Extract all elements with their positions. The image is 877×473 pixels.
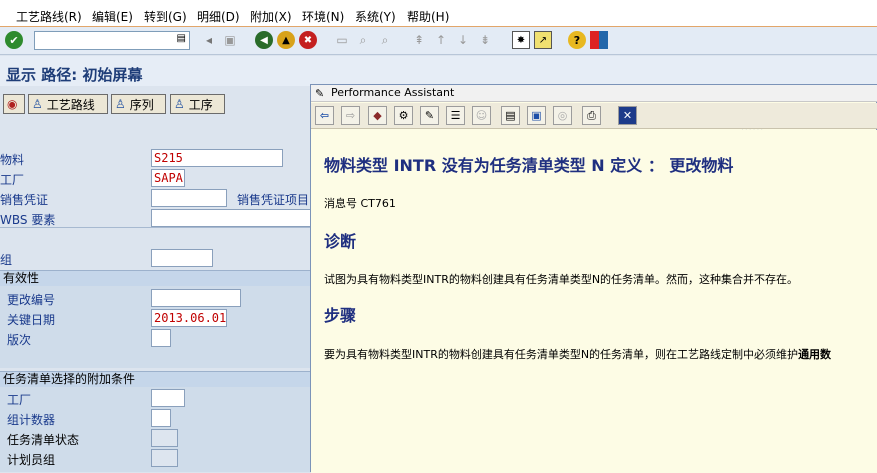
group-counter-field[interactable] bbox=[151, 409, 171, 427]
group-field[interactable] bbox=[151, 249, 213, 267]
planner-group-field bbox=[151, 449, 178, 467]
routing-button[interactable]: ♙ 工艺路线 bbox=[28, 94, 108, 114]
find-icon[interactable]: ⌕ bbox=[354, 31, 372, 49]
pa-title: Performance Assistant bbox=[331, 86, 455, 99]
title-area: 显示 路径: 初始屏幕 bbox=[0, 56, 877, 86]
pa-search-icon[interactable]: ◎ bbox=[553, 106, 572, 125]
pa-users-icon[interactable]: ☺ bbox=[472, 106, 491, 125]
pa-procedure-text: 要为具有物料类型INTR的物料创建具有任务清单类型N的任务清单，则在工艺路线定制… bbox=[324, 346, 831, 362]
sales-doc-item-label: 销售凭证项目 bbox=[237, 193, 310, 207]
addl-group-header: 任务清单选择的附加条件 bbox=[0, 371, 310, 387]
pa-procedure-text-bold[interactable]: 通用数 bbox=[798, 348, 831, 361]
pa-edit-icon[interactable]: ✎ bbox=[420, 106, 439, 125]
addl-group-title: 任务清单选择的附加条件 bbox=[3, 372, 136, 386]
pa-document-icon[interactable]: ▤ bbox=[501, 106, 520, 125]
first-page-icon[interactable]: ⇞ bbox=[410, 31, 428, 49]
find-next-icon[interactable]: ⌕ bbox=[376, 31, 394, 49]
menu-goto[interactable]: 转到(G) bbox=[144, 8, 187, 25]
pa-technical-info-icon[interactable]: ⚙ bbox=[394, 106, 413, 125]
list-status-field bbox=[151, 429, 178, 447]
sequence-button[interactable]: ♙ 序列 bbox=[111, 94, 166, 114]
help-icon[interactable]: ? bbox=[568, 31, 586, 49]
pa-message-number: 消息号 CT761 bbox=[324, 197, 396, 210]
revision-label: 版次 bbox=[7, 333, 32, 347]
menu-system[interactable]: 系统(Y) bbox=[355, 8, 396, 25]
plant-field[interactable]: SAPA bbox=[151, 169, 185, 187]
sequence-button-label: 序列 bbox=[129, 97, 154, 112]
operation-button[interactable]: ♙ 工序 bbox=[170, 94, 225, 114]
pa-glossary-icon[interactable]: ☰ bbox=[446, 106, 465, 125]
menu-edit[interactable]: 编辑(E) bbox=[92, 8, 133, 25]
material-field[interactable]: S215 bbox=[151, 149, 283, 167]
operation-icon: ♙ bbox=[174, 97, 185, 111]
revision-field[interactable] bbox=[151, 329, 171, 347]
pa-print-icon[interactable]: ⎙ bbox=[582, 106, 601, 125]
pa-procedure-text-main: 要为具有物料类型INTR的物料创建具有任务清单类型N的任务清单，则在工艺路线定制… bbox=[324, 348, 799, 361]
pa-toolbar: ⇦ ⇨ ◆ ⚙ ✎ ☰ ☺ ▤ ▣ ◎ ⎙ ✕ ...... bbox=[311, 103, 877, 134]
wbs-label: WBS 要素 bbox=[0, 213, 56, 227]
page-title: 显示 路径: 初始屏幕 bbox=[6, 66, 143, 84]
pa-diagnosis-text: 试图为具有物料类型INTR的物料创建具有任务清单类型N的任务清单。然而，这种集合… bbox=[324, 273, 799, 286]
validity-group-title: 有效性 bbox=[3, 271, 40, 285]
pa-forward-icon[interactable]: ⇨ bbox=[341, 106, 360, 125]
cancel-icon[interactable]: ✖ bbox=[299, 31, 317, 49]
pa-title-bar: ✎ Performance Assistant bbox=[311, 85, 877, 102]
info-icon: ◉ bbox=[7, 97, 18, 111]
sales-doc-label: 销售凭证 bbox=[0, 193, 49, 207]
validity-group-header: 有效性 bbox=[0, 270, 310, 286]
previous-icon[interactable]: ◂ bbox=[200, 31, 218, 49]
menu-details[interactable]: 明细(D) bbox=[197, 8, 240, 25]
routing-button-label: 工艺路线 bbox=[46, 97, 95, 112]
pa-bookmark-icon[interactable]: ◆ bbox=[368, 106, 387, 125]
addl-plant-field[interactable] bbox=[151, 389, 185, 407]
pa-back-icon[interactable]: ⇦ bbox=[315, 106, 334, 125]
wbs-field[interactable] bbox=[151, 209, 311, 227]
group-label: 组 bbox=[0, 253, 13, 267]
sales-doc-field[interactable] bbox=[151, 189, 227, 207]
change-no-label: 更改编号 bbox=[7, 293, 56, 307]
group-counter-label: 组计数器 bbox=[7, 413, 56, 427]
list-status-label: 任务清单状态 bbox=[7, 433, 80, 447]
separator bbox=[0, 227, 310, 228]
next-page-icon[interactable]: ↓ bbox=[454, 31, 472, 49]
pa-message-heading: 物料类型 INTR 没有为任务清单类型 N 定义 ： 更改物料 bbox=[324, 156, 734, 175]
print-icon[interactable]: ▭ bbox=[333, 31, 351, 49]
enter-icon[interactable]: ✔ bbox=[5, 31, 23, 49]
material-label: 物料 bbox=[0, 153, 25, 167]
save-icon[interactable]: ▣ bbox=[221, 31, 239, 49]
command-field[interactable]: ▤ bbox=[34, 31, 190, 50]
pa-content: 物料类型 INTR 没有为任务清单类型 N 定义 ： 更改物料 消息号 CT76… bbox=[311, 130, 877, 473]
change-no-field[interactable] bbox=[151, 289, 241, 307]
menu-environment[interactable]: 环境(N) bbox=[302, 8, 344, 25]
pa-settings-icon[interactable]: ▣ bbox=[527, 106, 546, 125]
layout-icon[interactable] bbox=[590, 31, 608, 49]
pa-diagnosis-title: 诊断 bbox=[324, 232, 357, 251]
performance-assistant-window: ✎ Performance Assistant ⇦ ⇨ ◆ ⚙ ✎ ☰ ☺ ▤ … bbox=[310, 84, 877, 473]
info-button[interactable]: ◉ bbox=[3, 94, 25, 114]
operation-button-label: 工序 bbox=[188, 97, 213, 112]
plant-label: 工厂 bbox=[0, 173, 25, 187]
previous-page-icon[interactable]: ↑ bbox=[432, 31, 450, 49]
pa-close-icon[interactable]: ✕ bbox=[618, 106, 637, 125]
back-icon[interactable]: ◀ bbox=[255, 31, 273, 49]
pa-procedure-title: 步骤 bbox=[324, 306, 357, 325]
menu-bar: 工艺路线(R) 编辑(E) 转到(G) 明细(D) 附加(X) 环境(N) 系统… bbox=[0, 0, 877, 27]
shortcut-icon[interactable]: ↗ bbox=[534, 31, 552, 49]
key-date-field[interactable]: 2013.06.01 bbox=[151, 309, 227, 327]
command-history-icon[interactable]: ▤ bbox=[177, 33, 186, 44]
standard-toolbar: ✔ ▤ ◂ ▣ ◀ ▲ ✖ ▭ ⌕ ⌕ ⇞ ↑ ↓ ⇟ ✸ ↗ ? bbox=[0, 27, 877, 55]
menu-extras[interactable]: 附加(X) bbox=[250, 8, 292, 25]
new-session-icon[interactable]: ✸ bbox=[512, 31, 530, 49]
exit-icon[interactable]: ▲ bbox=[277, 31, 295, 49]
menu-routing[interactable]: 工艺路线(R) bbox=[16, 8, 82, 25]
routing-icon: ♙ bbox=[32, 97, 43, 111]
last-page-icon[interactable]: ⇟ bbox=[476, 31, 494, 49]
menu-help[interactable]: 帮助(H) bbox=[407, 8, 449, 25]
planner-group-label: 计划员组 bbox=[7, 453, 56, 467]
sequence-icon: ♙ bbox=[115, 97, 126, 111]
addl-plant-label: 工厂 bbox=[7, 393, 32, 407]
key-date-label: 关键日期 bbox=[7, 313, 56, 327]
pa-window-icon: ✎ bbox=[315, 87, 325, 100]
